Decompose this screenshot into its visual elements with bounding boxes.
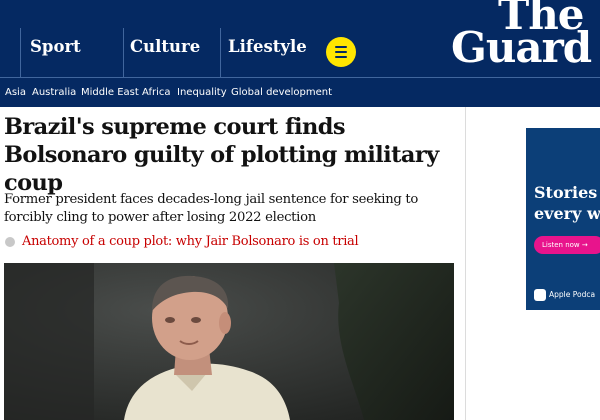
subnav-item-africa[interactable]: Africa [142,86,171,100]
hamburger-menu-icon[interactable] [326,37,356,67]
related-story-label[interactable]: Anatomy of a coup plot: why Jair Bolsona… [22,233,359,251]
listen-now-label: Listen now → [542,241,588,249]
subnav-item-global-development[interactable]: Global development [231,86,332,100]
nav-pillar-sport[interactable]: Sport [30,36,81,58]
sub-navigation-bar: Asia Australia Middle East Africa Inequa… [0,77,600,107]
article-headline: Brazil's supreme court finds Bolsonaro g… [4,114,439,196]
photo-illustration [4,263,454,420]
apple-podcasts-icon [534,289,546,301]
guardian-logo-line2[interactable]: Guard [451,27,592,69]
bullet-dot-icon [5,237,15,247]
article-main-photo [4,263,454,420]
article-standfirst: Former president faces decades-long jail… [4,192,419,225]
subnav-item-middle-east[interactable]: Middle East [81,86,139,100]
ad-title-line2: every w [534,204,600,223]
podcast-advertisement[interactable]: Stories every w Listen now → Apple Podca [526,128,600,310]
ad-title-line1: Stories [534,183,598,202]
nav-divider [220,28,221,77]
apple-podcasts-badge[interactable]: Apple Podca [534,288,600,302]
nav-pillar-culture[interactable]: Culture [130,36,200,58]
top-navigation-bar: Sport Culture Lifestyle The Guard [0,0,600,77]
nav-divider [20,28,21,77]
nav-divider [123,28,124,77]
listen-now-button[interactable]: Listen now → [534,236,600,254]
related-story-link[interactable]: Anatomy of a coup plot: why Jair Bolsona… [4,233,454,251]
subnav-item-asia[interactable]: Asia [5,86,26,100]
nav-pillar-lifestyle[interactable]: Lifestyle [228,36,307,58]
column-divider [465,107,466,420]
subnav-item-australia[interactable]: Australia [32,86,76,100]
subnav-item-inequality[interactable]: Inequality [177,86,227,100]
apple-podcasts-label: Apple Podca [549,290,596,299]
ad-title: Stories every w [534,182,600,224]
